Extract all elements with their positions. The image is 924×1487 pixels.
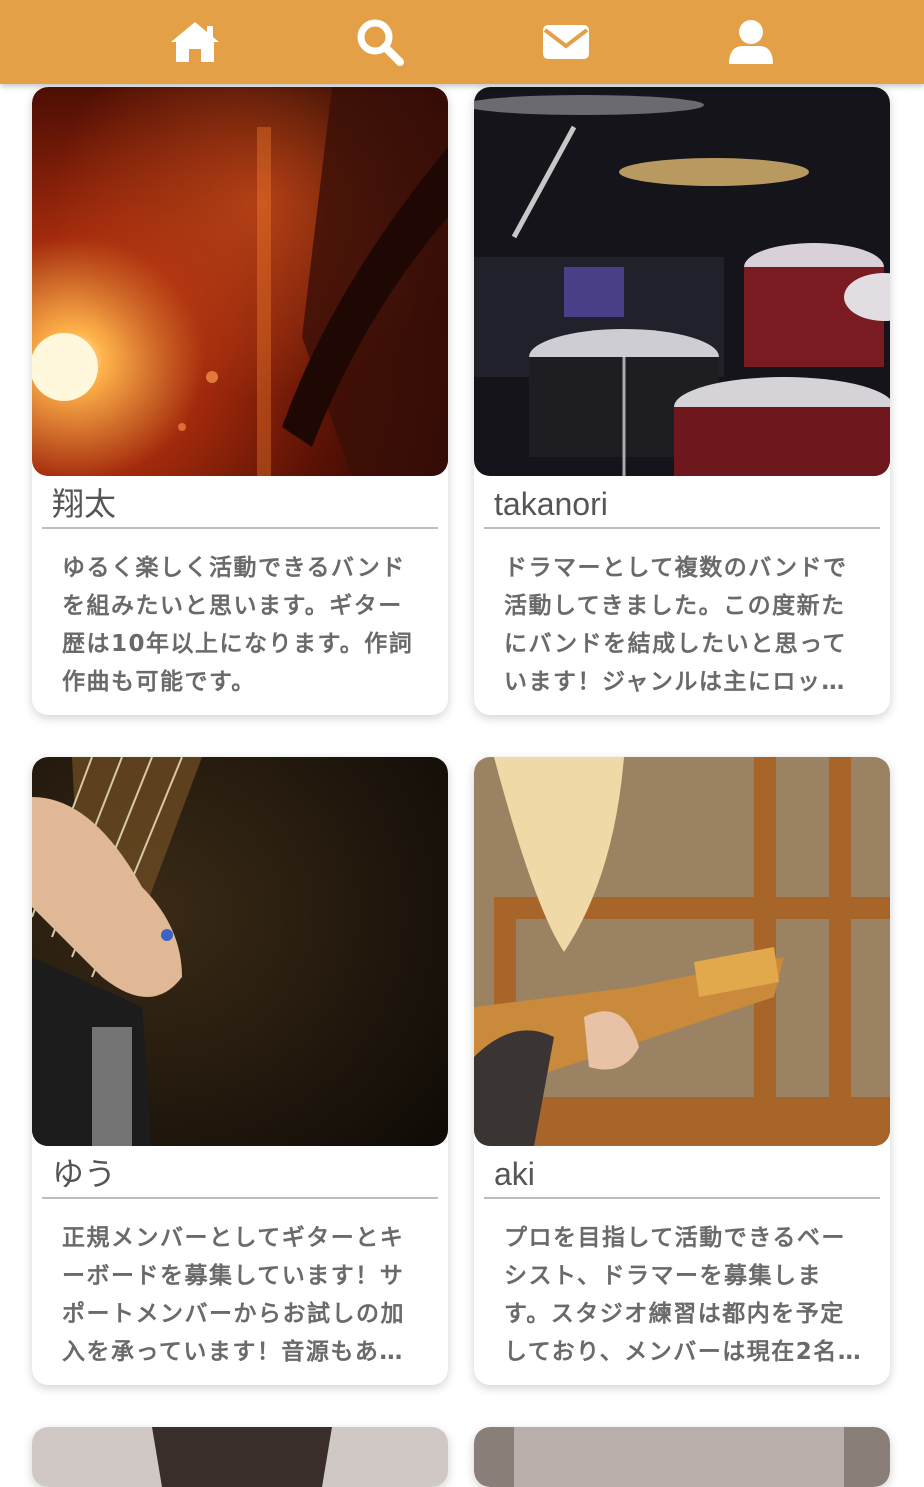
mail-icon <box>543 25 589 59</box>
member-card[interactable] <box>32 1427 448 1487</box>
user-icon <box>729 20 773 64</box>
search-button[interactable] <box>350 14 410 70</box>
card-name: ゆう <box>52 1156 117 1192</box>
home-button[interactable] <box>165 14 225 70</box>
card-name: takanori <box>494 486 608 522</box>
card-description: ゆるく楽しく活動できるバンドを組みたいと思います。ギター歴は10年以上になります… <box>62 555 414 695</box>
card-photo <box>32 1427 448 1487</box>
card-description: プロを目指して活動できるベーシスト、ドラマーを募集します。スタジオ練習は都内を予… <box>504 1225 863 1365</box>
member-card[interactable] <box>474 1427 890 1487</box>
card-description: ドラマーとして複数のバンドで活動してきました。この度新たにバンドを結成したいと思… <box>504 555 848 695</box>
member-card[interactable]: takanori ドラマーとして複数のバンドで活動してきました。この度新たにバン… <box>474 87 890 715</box>
card-name: 翔太 <box>52 486 117 522</box>
drum-kit-photo <box>474 87 890 476</box>
card-divider <box>484 1197 880 1199</box>
card-description: 正規メンバーとしてギターとキーボードを募集しています！サポートメンバーからお試し… <box>62 1225 405 1365</box>
card-divider <box>484 527 880 529</box>
card-divider <box>42 527 438 529</box>
bass-guitar-photo <box>32 757 448 1146</box>
guitarist-stage-light-photo <box>32 87 448 476</box>
card-divider <box>42 1197 438 1199</box>
member-card[interactable]: ゆう 正規メンバーとしてギターとキーボードを募集しています！サポートメンバーから… <box>32 757 448 1385</box>
member-card[interactable]: aki プロを目指して活動できるベーシスト、ドラマーを募集します。スタジオ練習は… <box>474 757 890 1385</box>
profile-button[interactable] <box>721 14 781 70</box>
blonde-guitarist-photo <box>474 757 890 1146</box>
member-card[interactable]: 翔太 ゆるく楽しく活動できるバンドを組みたいと思います。ギター歴は10年以上にな… <box>32 87 448 715</box>
card-photo <box>474 1427 890 1487</box>
mail-button[interactable] <box>536 14 596 70</box>
top-navigation-bar <box>0 0 924 84</box>
card-name: aki <box>494 1156 535 1192</box>
search-icon <box>357 19 404 66</box>
home-icon <box>171 22 219 62</box>
